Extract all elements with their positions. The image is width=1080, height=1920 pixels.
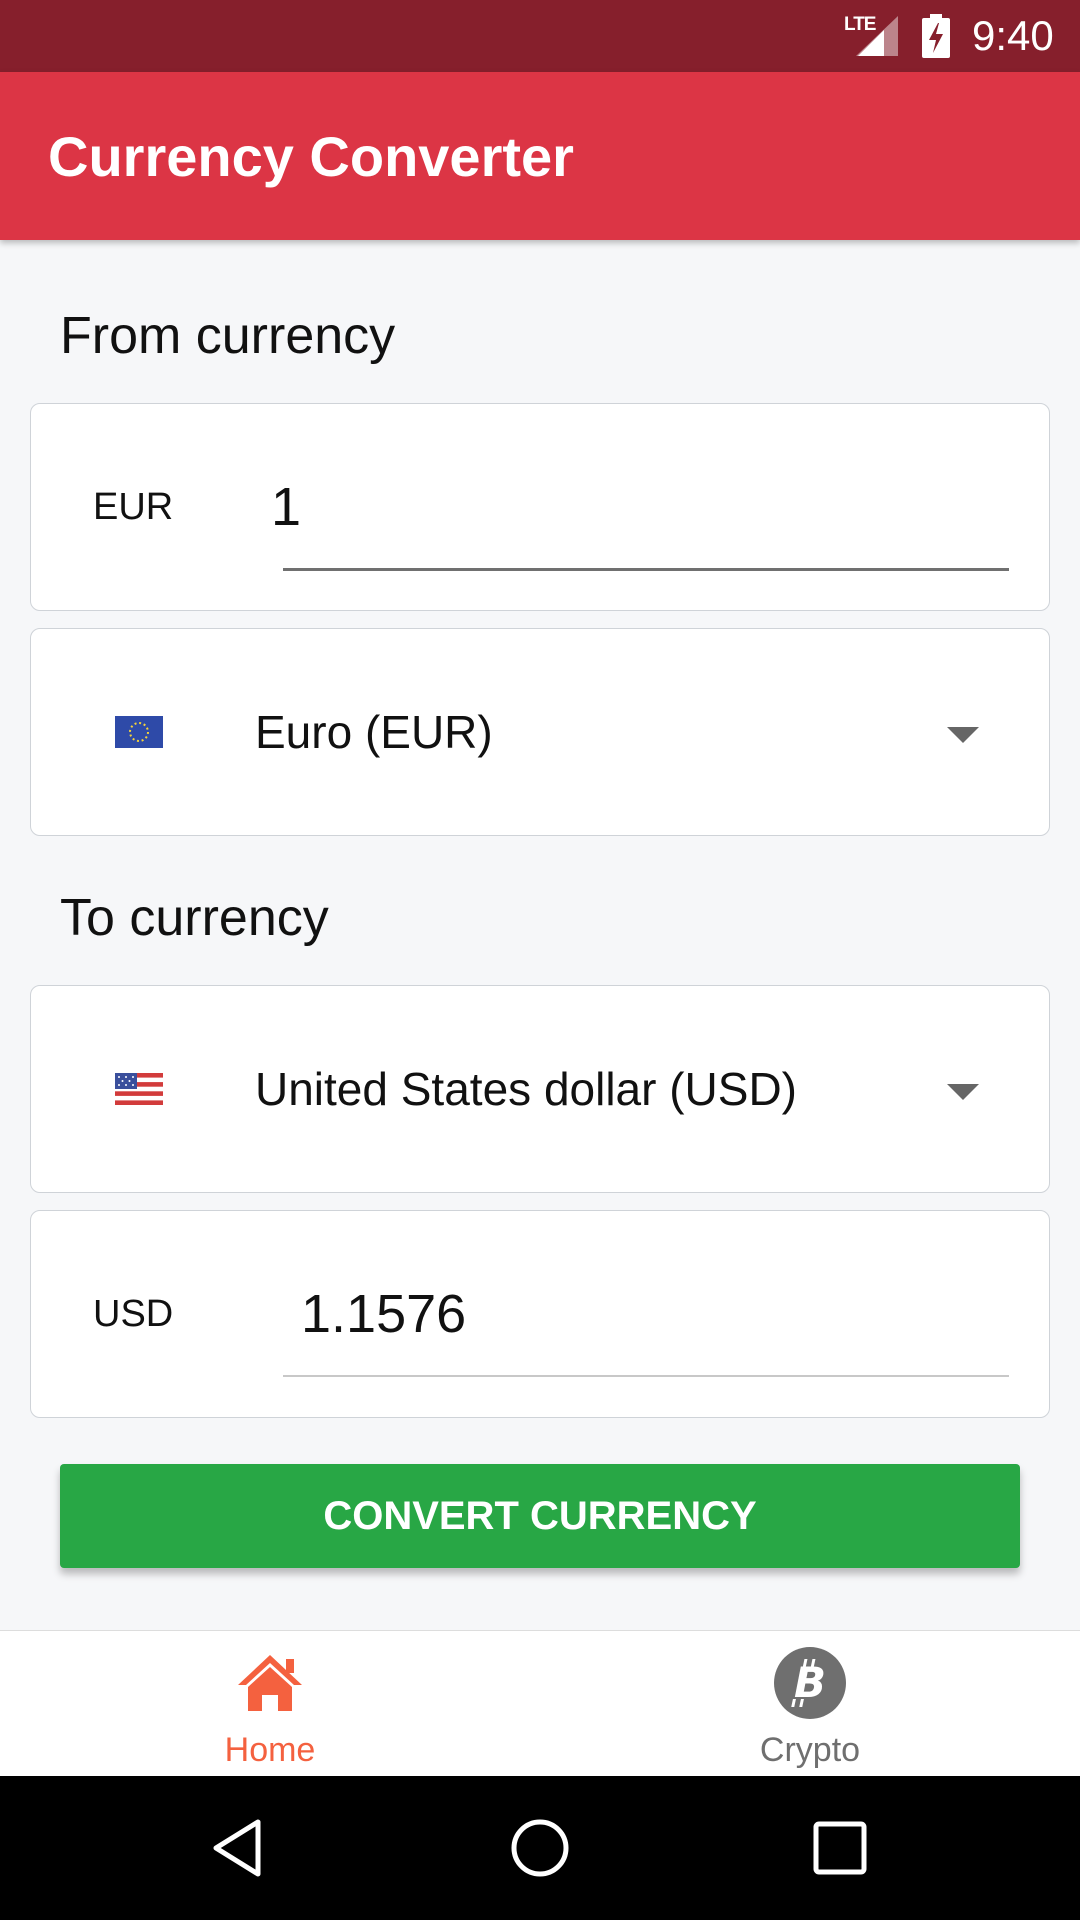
app-bar: Currency Converter	[0, 72, 1080, 240]
from-currency-name: Euro (EUR)	[255, 706, 493, 758]
from-currency-code: EUR	[93, 486, 174, 528]
eu-flag-icon	[115, 716, 163, 748]
convert-currency-button[interactable]: CONVERT CURRENCY	[60, 1464, 1020, 1568]
to-result-value: 1.1576	[301, 1284, 467, 1344]
from-amount-value: 1	[271, 477, 302, 537]
to-result-card: USD 1.1576	[30, 1210, 1050, 1418]
battery-charging-icon	[922, 14, 950, 58]
to-currency-label: To currency	[60, 889, 329, 947]
from-amount-card: EUR 1	[30, 403, 1050, 611]
svg-text:B: B	[794, 1658, 826, 1707]
to-currency-code: USD	[93, 1293, 174, 1335]
chevron-down-icon	[947, 1084, 979, 1100]
to-result-field[interactable]: 1.1576	[271, 1251, 1011, 1381]
from-currency-select[interactable]: Euro (EUR)	[30, 628, 1050, 836]
bitcoin-icon: B	[774, 1647, 846, 1719]
signal-icon	[856, 16, 898, 56]
nav-label-home: Home	[224, 1731, 316, 1769]
nav-item-crypto[interactable]: B Crypto	[540, 1631, 1080, 1777]
to-currency-select[interactable]: United States dollar (USD)	[30, 985, 1050, 1193]
clock: 9:40	[972, 12, 1054, 59]
app-title: Currency Converter	[48, 125, 574, 188]
back-icon[interactable]	[208, 1816, 272, 1880]
recents-icon[interactable]	[808, 1816, 872, 1880]
nav-label-crypto: Crypto	[759, 1731, 861, 1769]
from-amount-underline	[283, 568, 1009, 571]
to-result-underline	[283, 1375, 1009, 1377]
status-bar: LTE 9:40	[0, 0, 1080, 72]
home-circle-icon[interactable]	[508, 1816, 572, 1880]
from-amount-input[interactable]: 1	[271, 444, 1011, 574]
system-navigation-bar	[0, 1776, 1080, 1920]
bottom-navigation: Home B Crypto	[0, 1630, 1080, 1776]
us-flag-icon	[115, 1073, 163, 1105]
to-currency-name: United States dollar (USD)	[255, 1063, 797, 1115]
from-currency-label: From currency	[60, 307, 396, 365]
home-icon	[238, 1655, 302, 1711]
nav-item-home[interactable]: Home	[0, 1631, 540, 1777]
chevron-down-icon	[947, 727, 979, 743]
